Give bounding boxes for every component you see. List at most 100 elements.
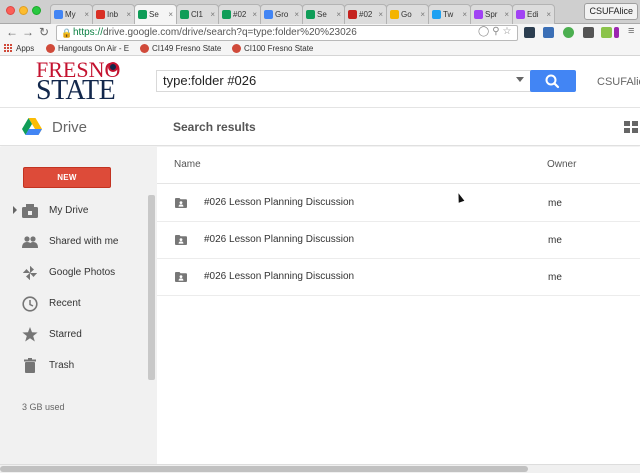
omnibox-action-icons[interactable]: ◯⚲☆ bbox=[478, 26, 514, 37]
browser-tab[interactable]: Spr × bbox=[470, 4, 513, 24]
sidebar-item-shared[interactable]: Shared with me bbox=[0, 226, 150, 257]
extension-icon[interactable] bbox=[583, 27, 594, 38]
drive-subheader: Drive Search results bbox=[0, 108, 640, 146]
sidebar-item-my-drive[interactable]: My Drive bbox=[0, 195, 150, 226]
browser-tab[interactable]: Go × bbox=[386, 4, 429, 24]
bookmark-apps[interactable]: Apps bbox=[4, 44, 34, 53]
file-name: #026 Lesson Planning Discussion bbox=[204, 271, 355, 282]
sidebar-item-starred[interactable]: Starred bbox=[0, 319, 150, 350]
apps-grid-icon bbox=[4, 44, 13, 53]
bookmark-label: Apps bbox=[16, 44, 35, 53]
tab-close-icon[interactable]: × bbox=[84, 10, 89, 19]
address-bar[interactable]: 🔒 https://drive.google.com/drive/search?… bbox=[56, 25, 518, 41]
new-button[interactable]: NEW bbox=[23, 167, 111, 188]
bookmark-item[interactable]: Hangouts On Air - E bbox=[46, 44, 129, 53]
bookmark-item[interactable]: CI149 Fresno State bbox=[140, 44, 221, 53]
tab-label: Go bbox=[401, 10, 412, 19]
tab-close-icon[interactable]: × bbox=[546, 10, 551, 19]
sidebar-item-trash[interactable]: Trash bbox=[0, 350, 150, 381]
tab-close-icon[interactable]: × bbox=[294, 10, 299, 19]
sidebar-item-label: My Drive bbox=[49, 205, 89, 216]
sidebar-scrollbar[interactable] bbox=[148, 195, 155, 380]
browser-tab-active[interactable]: Se × bbox=[134, 4, 177, 24]
tab-favicon-icon bbox=[138, 10, 147, 19]
fresno-state-logo[interactable]: FRESNO STATE bbox=[36, 57, 122, 107]
extension-icon[interactable] bbox=[543, 27, 554, 38]
tab-close-icon[interactable]: × bbox=[336, 10, 341, 19]
forward-arrow-icon[interactable]: → bbox=[22, 25, 34, 39]
search-input[interactable]: type:folder #026 bbox=[156, 70, 532, 92]
tab-close-icon[interactable]: × bbox=[378, 10, 383, 19]
shared-folder-icon bbox=[175, 198, 187, 211]
tab-list: My × Inb × Se × Cl1 × #02 × Gro × Se × #02 × Go ×… bbox=[50, 4, 555, 24]
tab-close-icon[interactable]: × bbox=[462, 10, 467, 19]
search-button[interactable] bbox=[530, 70, 576, 92]
table-row[interactable]: #026 Lesson Planning Discussion me bbox=[157, 259, 640, 296]
tab-close-icon[interactable]: × bbox=[126, 10, 131, 19]
browser-tab-strip: My × Inb × Se × Cl1 × #02 × Gro × Se × #02 × Go ×… bbox=[0, 0, 640, 24]
tab-favicon-icon bbox=[348, 10, 357, 19]
menu-icon[interactable]: ≡ bbox=[628, 25, 634, 37]
window-minimize-button[interactable] bbox=[19, 6, 28, 15]
browser-tab[interactable]: Edi × bbox=[512, 4, 555, 24]
tab-label: #02 bbox=[359, 10, 373, 19]
sidebar-item-label: Google Photos bbox=[49, 267, 116, 278]
file-name: #026 Lesson Planning Discussion bbox=[204, 197, 355, 208]
tab-close-icon[interactable]: × bbox=[504, 10, 509, 19]
table-row[interactable]: #026 Lesson Planning Discussion me bbox=[157, 185, 640, 222]
column-header-name[interactable]: Name bbox=[174, 159, 201, 170]
window-zoom-button[interactable] bbox=[32, 6, 41, 15]
browser-tab[interactable]: My × bbox=[50, 4, 93, 24]
reload-icon[interactable]: ↻ bbox=[39, 25, 49, 39]
tab-favicon-icon bbox=[516, 10, 525, 19]
expand-arrow-icon[interactable] bbox=[13, 206, 17, 214]
horizontal-scrollbar-thumb[interactable] bbox=[0, 466, 528, 472]
sidebar-item-recent[interactable]: Recent bbox=[0, 288, 150, 319]
browser-tab[interactable]: #02 × bbox=[344, 4, 387, 24]
bookmark-label: CI149 Fresno State bbox=[152, 44, 222, 53]
tab-close-icon[interactable]: × bbox=[168, 10, 173, 19]
trash-icon bbox=[22, 358, 38, 374]
tab-close-icon[interactable]: × bbox=[252, 10, 257, 19]
sidebar-item-photos[interactable]: Google Photos bbox=[0, 257, 150, 288]
extension-icon[interactable] bbox=[614, 27, 619, 38]
bookmark-item[interactable]: CI100 Fresno State bbox=[232, 44, 313, 53]
sidebar: NEW My Drive Shared with me Google Photo… bbox=[0, 147, 157, 464]
bookmark-favicon-icon bbox=[140, 44, 149, 53]
tab-label: Edi bbox=[527, 10, 539, 19]
browser-tab[interactable]: Inb × bbox=[92, 4, 135, 24]
search-options-dropdown-icon[interactable] bbox=[516, 77, 524, 82]
profile-button[interactable]: CSUFAlice bbox=[584, 3, 638, 20]
extension-icon[interactable] bbox=[601, 27, 612, 38]
table-row[interactable]: #026 Lesson Planning Discussion me bbox=[157, 222, 640, 259]
account-name[interactable]: CSUFAlice bbox=[597, 76, 640, 88]
tab-favicon-icon bbox=[432, 10, 441, 19]
grid-view-icon[interactable] bbox=[624, 121, 638, 133]
window-close-button[interactable] bbox=[6, 6, 15, 15]
column-header-owner[interactable]: Owner bbox=[547, 159, 576, 170]
horizontal-scrollbar[interactable] bbox=[0, 464, 640, 473]
tab-close-icon[interactable]: × bbox=[210, 10, 215, 19]
logo-seal-icon bbox=[108, 62, 118, 72]
tab-close-icon[interactable]: × bbox=[420, 10, 425, 19]
tab-favicon-icon bbox=[264, 10, 273, 19]
browser-tab[interactable]: Gro × bbox=[260, 4, 303, 24]
storage-usage[interactable]: 3 GB used bbox=[22, 402, 65, 412]
back-arrow-icon[interactable]: ← bbox=[6, 25, 18, 39]
tab-label: Se bbox=[149, 10, 159, 19]
list-header: Name Owner bbox=[157, 147, 640, 184]
browser-tab[interactable]: Cl1 × bbox=[176, 4, 219, 24]
google-drive-logo-icon[interactable] bbox=[22, 118, 42, 135]
app-title[interactable]: Drive bbox=[52, 119, 87, 136]
file-name: #026 Lesson Planning Discussion bbox=[204, 234, 355, 245]
page-title: Search results bbox=[173, 120, 256, 134]
sidebar-item-label: Starred bbox=[49, 329, 82, 340]
tab-favicon-icon bbox=[474, 10, 483, 19]
extension-icon[interactable] bbox=[524, 27, 535, 38]
browser-tab[interactable]: Tw × bbox=[428, 4, 471, 24]
lock-icon: 🔒 bbox=[61, 28, 73, 38]
extension-icon[interactable] bbox=[563, 27, 574, 38]
sidebar-item-label: Shared with me bbox=[49, 236, 119, 247]
browser-tab[interactable]: #02 × bbox=[218, 4, 261, 24]
browser-tab[interactable]: Se × bbox=[302, 4, 345, 24]
